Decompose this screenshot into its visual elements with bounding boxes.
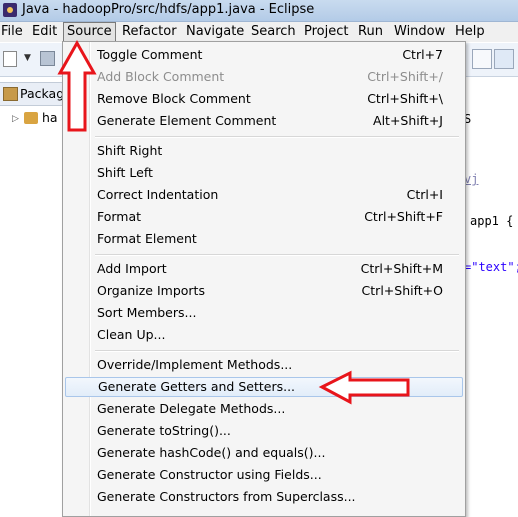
menu-item-generate-getters-setters[interactable]: Generate Getters and Setters... [65,377,463,397]
menu-run[interactable]: Run [358,23,383,41]
menu-window[interactable]: Window [394,23,445,41]
menu-item-shift-left[interactable]: Shift Left [65,163,461,183]
menu-item-generate-constructors-superclass[interactable]: Generate Constructors from Superclass... [65,487,461,507]
package-explorer-icon [3,87,18,101]
save-icon[interactable] [40,51,55,66]
menu-item-generate-delegate-methods[interactable]: Generate Delegate Methods... [65,399,461,419]
window-title: Java - hadoopPro/src/hdfs/app1.java - Ec… [22,2,315,17]
menu-item-add-import[interactable]: Add Import Ctrl+Shift+M [65,259,461,279]
menu-separator [95,136,459,138]
menu-help[interactable]: Help [455,23,485,41]
menu-item-remove-block-comment[interactable]: Remove Block Comment Ctrl+Shift+\ [65,89,461,109]
menu-bar: File Edit Source Refactor Navigate Searc… [0,22,518,42]
menu-item-toggle-comment[interactable]: Toggle Comment Ctrl+7 [65,45,461,65]
quick-access-icon[interactable] [472,49,492,69]
eclipse-icon [3,3,17,17]
menu-item-organize-imports[interactable]: Organize Imports Ctrl+Shift+O [65,281,461,301]
menu-separator [95,350,459,352]
menu-item-generate-constructor-fields[interactable]: Generate Constructor using Fields... [65,465,461,485]
menu-item-sort-members[interactable]: Sort Members... [65,303,461,323]
menu-source[interactable]: Source [63,22,116,42]
title-bar: Java - hadoopPro/src/hdfs/app1.java - Ec… [0,0,518,22]
menu-file[interactable]: File [1,23,23,41]
menu-item-correct-indentation[interactable]: Correct Indentation Ctrl+I [65,185,461,205]
editor-fragment: vj [464,172,479,186]
chevron-down-icon[interactable]: ▼ [24,53,40,69]
project-label: ha [42,110,58,125]
menu-refactor[interactable]: Refactor [122,23,177,41]
menu-project[interactable]: Project [304,23,348,41]
menu-item-generate-element-comment[interactable]: Generate Element Comment Alt+Shift+J [65,111,461,131]
menu-item-clean-up[interactable]: Clean Up... [65,325,461,345]
menu-item-shift-right[interactable]: Shift Right [65,141,461,161]
menu-item-generate-hashcode-equals[interactable]: Generate hashCode() and equals()... [65,443,461,463]
project-icon [24,112,38,124]
perspective-icon[interactable] [494,49,514,69]
menu-edit[interactable]: Edit [32,23,57,41]
menu-item-override-implement-methods[interactable]: Override/Implement Methods... [65,355,461,375]
package-explorer-label: Packag [20,86,65,101]
editor-fragment: ="text"; [464,260,518,274]
expand-arrow-icon[interactable]: ▷ [12,114,19,124]
menu-item-generate-tostring[interactable]: Generate toString()... [65,421,461,441]
menu-navigate[interactable]: Navigate [186,23,244,41]
package-explorer-tab[interactable]: Packag [0,82,65,106]
menu-item-add-block-comment: Add Block Comment Ctrl+Shift+/ [97,69,443,84]
menu-item-format-element[interactable]: Format Element [65,229,461,249]
editor-fragment: app1 { [470,214,514,228]
project-tree-row[interactable]: ▷ ha [0,108,62,130]
menu-search[interactable]: Search [251,23,296,41]
new-file-icon[interactable] [3,51,17,67]
source-menu: Toggle Comment Ctrl+7 Add Block Comment … [62,41,466,517]
menu-separator [95,254,459,256]
menu-item-format[interactable]: Format Ctrl+Shift+F [65,207,461,227]
